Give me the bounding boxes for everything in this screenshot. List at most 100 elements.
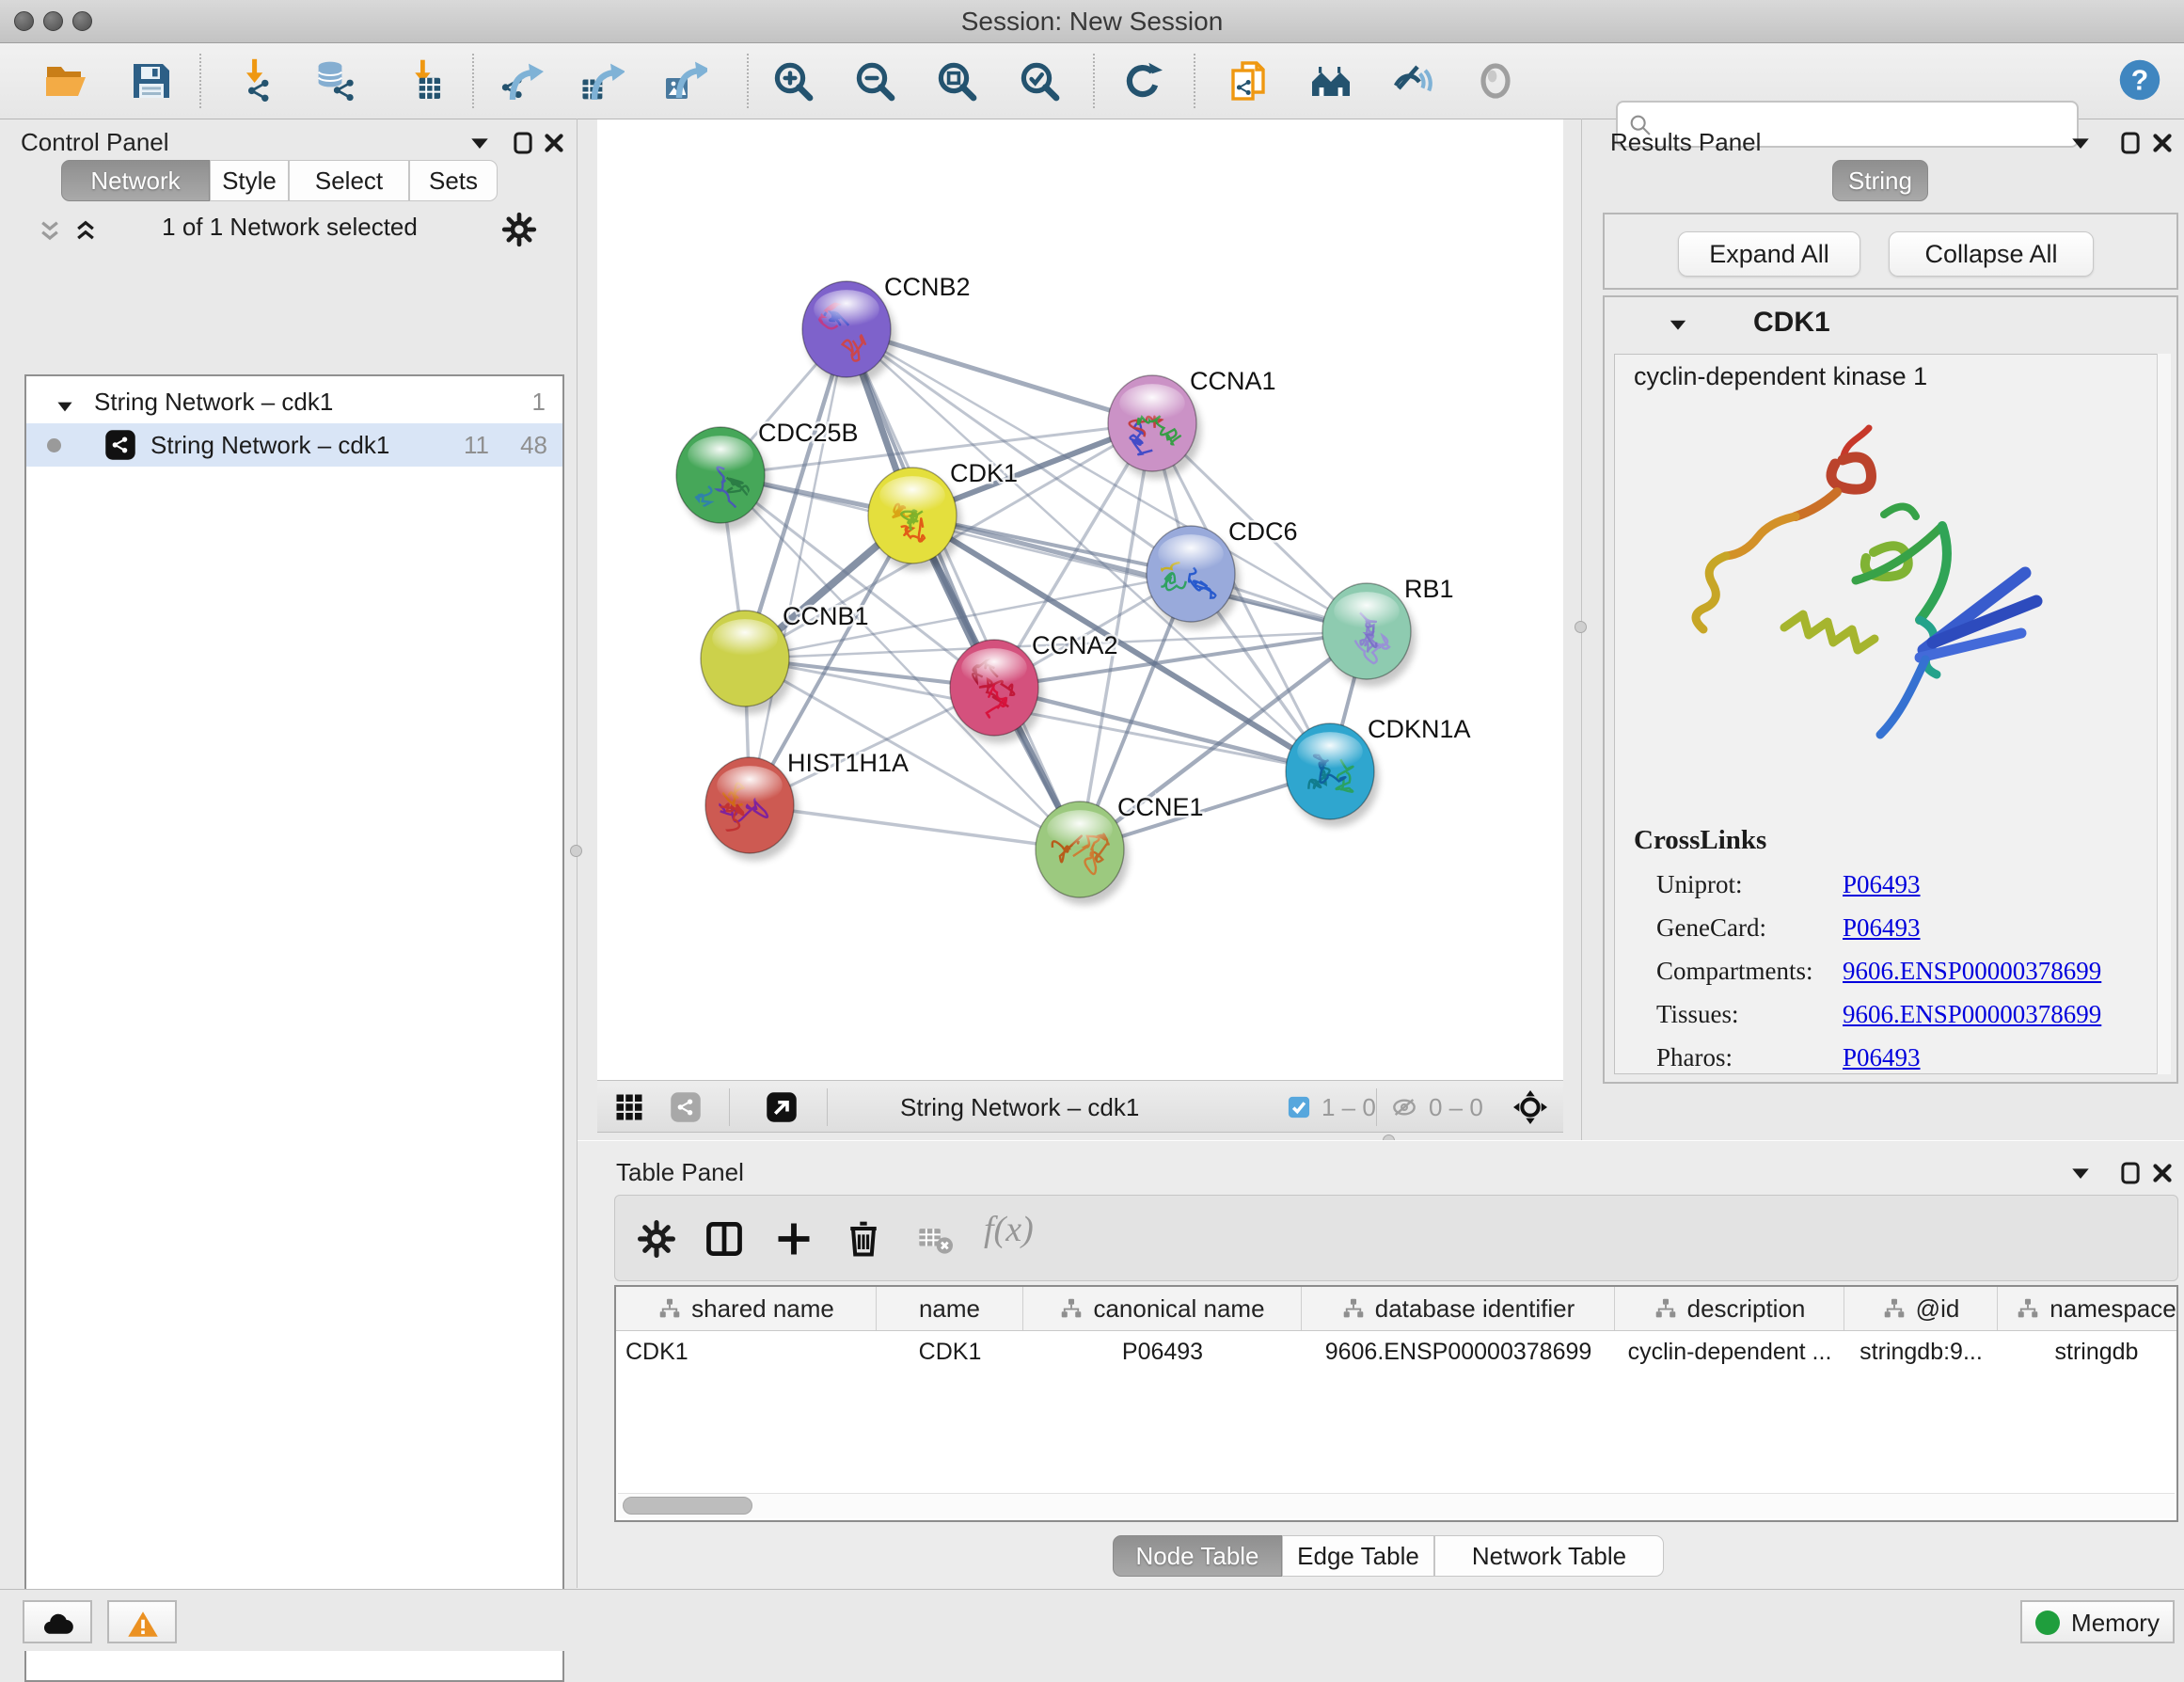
- presentation-eye-icon[interactable]: [1473, 58, 1518, 103]
- table-row[interactable]: CDK1CDK1P064939606.ENSP00000378699cyclin…: [616, 1331, 2176, 1373]
- column-header-description[interactable]: description: [1615, 1287, 1844, 1330]
- panel-float-icon[interactable]: [2116, 1159, 2144, 1187]
- refresh-view-icon[interactable]: [1120, 58, 1165, 103]
- node-HIST1H1A: [705, 757, 799, 861]
- table-body: CDK1CDK1P064939606.ENSP00000378699cyclin…: [616, 1331, 2176, 1373]
- clone-network-icon[interactable]: [1226, 58, 1271, 103]
- panel-menu-icon[interactable]: [2066, 1160, 2095, 1188]
- tab-sets[interactable]: Sets: [409, 160, 498, 201]
- crosslink-link[interactable]: P06493: [1843, 913, 1921, 943]
- memory-button[interactable]: Memory: [2020, 1600, 2175, 1643]
- table-tab-bar: Node TableEdge TableNetwork Table: [1113, 1535, 1664, 1577]
- tab-select[interactable]: Select: [289, 160, 409, 201]
- tab-string[interactable]: String: [1832, 160, 1928, 201]
- crosslink-link[interactable]: P06493: [1843, 1043, 1921, 1072]
- expand-all-button[interactable]: Expand All: [1678, 231, 1860, 277]
- selected-checkbox-icon[interactable]: [1286, 1094, 1312, 1120]
- org-chart-icon: [1654, 1296, 1678, 1321]
- zoom-selected-icon[interactable]: [1017, 58, 1062, 103]
- import-table-icon[interactable]: [400, 58, 445, 103]
- network-canvas[interactable]: CCNB2CCNA1CDC25BCDK1CDC6RB1CCNB1CCNA2CDK…: [597, 119, 1563, 1080]
- open-external-icon[interactable]: [765, 1090, 799, 1124]
- help-icon[interactable]: ?: [2116, 56, 2163, 103]
- network-collection-row[interactable]: String Network – cdk1 1: [26, 380, 562, 423]
- node-RB1: [1322, 583, 1416, 687]
- edge-count: 48: [520, 423, 547, 467]
- tab-edge-table[interactable]: Edge Table: [1282, 1535, 1434, 1577]
- zoom-in-icon[interactable]: [770, 58, 815, 103]
- collapse-section-icon[interactable]: [1665, 312, 1691, 339]
- export-image-icon[interactable]: [662, 58, 707, 103]
- table-cell: 9606.ENSP00000378699: [1302, 1331, 1615, 1373]
- protein-description: cyclin-dependent kinase 1: [1634, 362, 1927, 391]
- title-bar: Session: New Session: [0, 0, 2184, 43]
- network-node-icon: [103, 428, 137, 462]
- open-session-folder-icon[interactable]: [43, 58, 88, 103]
- table-cell: CDK1: [616, 1331, 877, 1373]
- panel-float-icon[interactable]: [2116, 129, 2144, 157]
- string-home-icon[interactable]: [1308, 58, 1353, 103]
- delete-column-icon[interactable]: [843, 1218, 884, 1260]
- zoom-out-icon[interactable]: [852, 58, 897, 103]
- node-CCNE1: [1036, 801, 1129, 905]
- table-header-row: shared namenamecanonical namedatabase id…: [616, 1287, 2176, 1331]
- network-row-selected[interactable]: String Network – cdk1 11 48: [26, 423, 562, 467]
- edge-CCNB2-HIST1H1A: [750, 329, 847, 805]
- crosslink-link[interactable]: 9606.ENSP00000378699: [1843, 957, 2101, 986]
- left-splitter-grip[interactable]: [570, 845, 582, 857]
- column-header-database-identifier[interactable]: database identifier: [1302, 1287, 1615, 1330]
- save-session-icon[interactable]: [128, 58, 173, 103]
- column-header-shared-name[interactable]: shared name: [616, 1287, 877, 1330]
- add-column-icon[interactable]: [773, 1218, 815, 1260]
- table-horizontal-scrollbar[interactable]: [618, 1493, 2175, 1518]
- zoom-fit-icon[interactable]: [934, 58, 979, 103]
- column-header-name[interactable]: name: [877, 1287, 1023, 1330]
- tab-node-table[interactable]: Node Table: [1113, 1535, 1282, 1577]
- show-columns-icon[interactable]: [704, 1218, 745, 1260]
- column-header-@id[interactable]: @id: [1844, 1287, 1998, 1330]
- panel-close-icon[interactable]: [2148, 129, 2176, 157]
- warnings-button[interactable]: [107, 1600, 177, 1643]
- network-selection-status: 1 of 1 Network selected: [102, 213, 478, 242]
- import-database-icon[interactable]: [313, 58, 358, 103]
- share-view-icon[interactable]: [669, 1090, 703, 1124]
- gear-icon[interactable]: [500, 211, 538, 248]
- table-gear-icon[interactable]: [636, 1218, 677, 1260]
- node-label-CCNE1: CCNE1: [1117, 793, 1204, 821]
- tab-style[interactable]: Style: [210, 160, 289, 201]
- window-title: Session: New Session: [0, 0, 2184, 42]
- collapse-all-icon[interactable]: [34, 215, 66, 247]
- export-network-icon[interactable]: [499, 58, 545, 103]
- hide-panels-eye-icon[interactable]: [1390, 58, 1435, 103]
- memory-status-dot: [2035, 1611, 2060, 1635]
- warning-icon: [126, 1608, 160, 1642]
- hidden-node-edge-counts: 0 – 0: [1429, 1081, 1483, 1134]
- grid-view-icon[interactable]: [612, 1090, 646, 1124]
- tab-network-table[interactable]: Network Table: [1434, 1535, 1664, 1577]
- panel-close-icon[interactable]: [540, 129, 568, 157]
- node-table[interactable]: shared namenamecanonical namedatabase id…: [614, 1285, 2178, 1522]
- protein-detail-box: cyclin-dependent kinase 1: [1614, 354, 2171, 1074]
- expand-all-icon[interactable]: [70, 215, 102, 247]
- panel-menu-icon[interactable]: [2066, 130, 2095, 158]
- results-scrollbar[interactable]: [2157, 354, 2171, 1074]
- export-table-icon[interactable]: [579, 58, 625, 103]
- import-network-icon[interactable]: [231, 58, 277, 103]
- cloud-status-button[interactable]: [23, 1600, 92, 1643]
- tree-expander-icon[interactable]: [53, 389, 77, 414]
- panel-close-icon[interactable]: [2148, 1159, 2176, 1187]
- scrollbar-thumb[interactable]: [623, 1497, 752, 1515]
- node-label-CDK1: CDK1: [950, 459, 1018, 487]
- crosslink-link[interactable]: 9606.ENSP00000378699: [1843, 1000, 2101, 1029]
- crosslinks-heading: CrossLinks: [1634, 825, 1766, 856]
- crosslink-row: Uniprot: P06493: [1656, 870, 2164, 913]
- crosslink-link[interactable]: P06493: [1843, 870, 1921, 899]
- tab-network[interactable]: Network: [61, 160, 210, 201]
- hidden-eye-icon[interactable]: [1389, 1092, 1419, 1122]
- collapse-all-button[interactable]: Collapse All: [1889, 231, 2094, 277]
- column-header-namespace[interactable]: namespace: [1998, 1287, 2178, 1330]
- panel-menu-icon[interactable]: [466, 130, 494, 158]
- move-tool-icon[interactable]: [1511, 1088, 1549, 1126]
- panel-float-icon[interactable]: [509, 129, 537, 157]
- column-header-canonical-name[interactable]: canonical name: [1023, 1287, 1302, 1330]
